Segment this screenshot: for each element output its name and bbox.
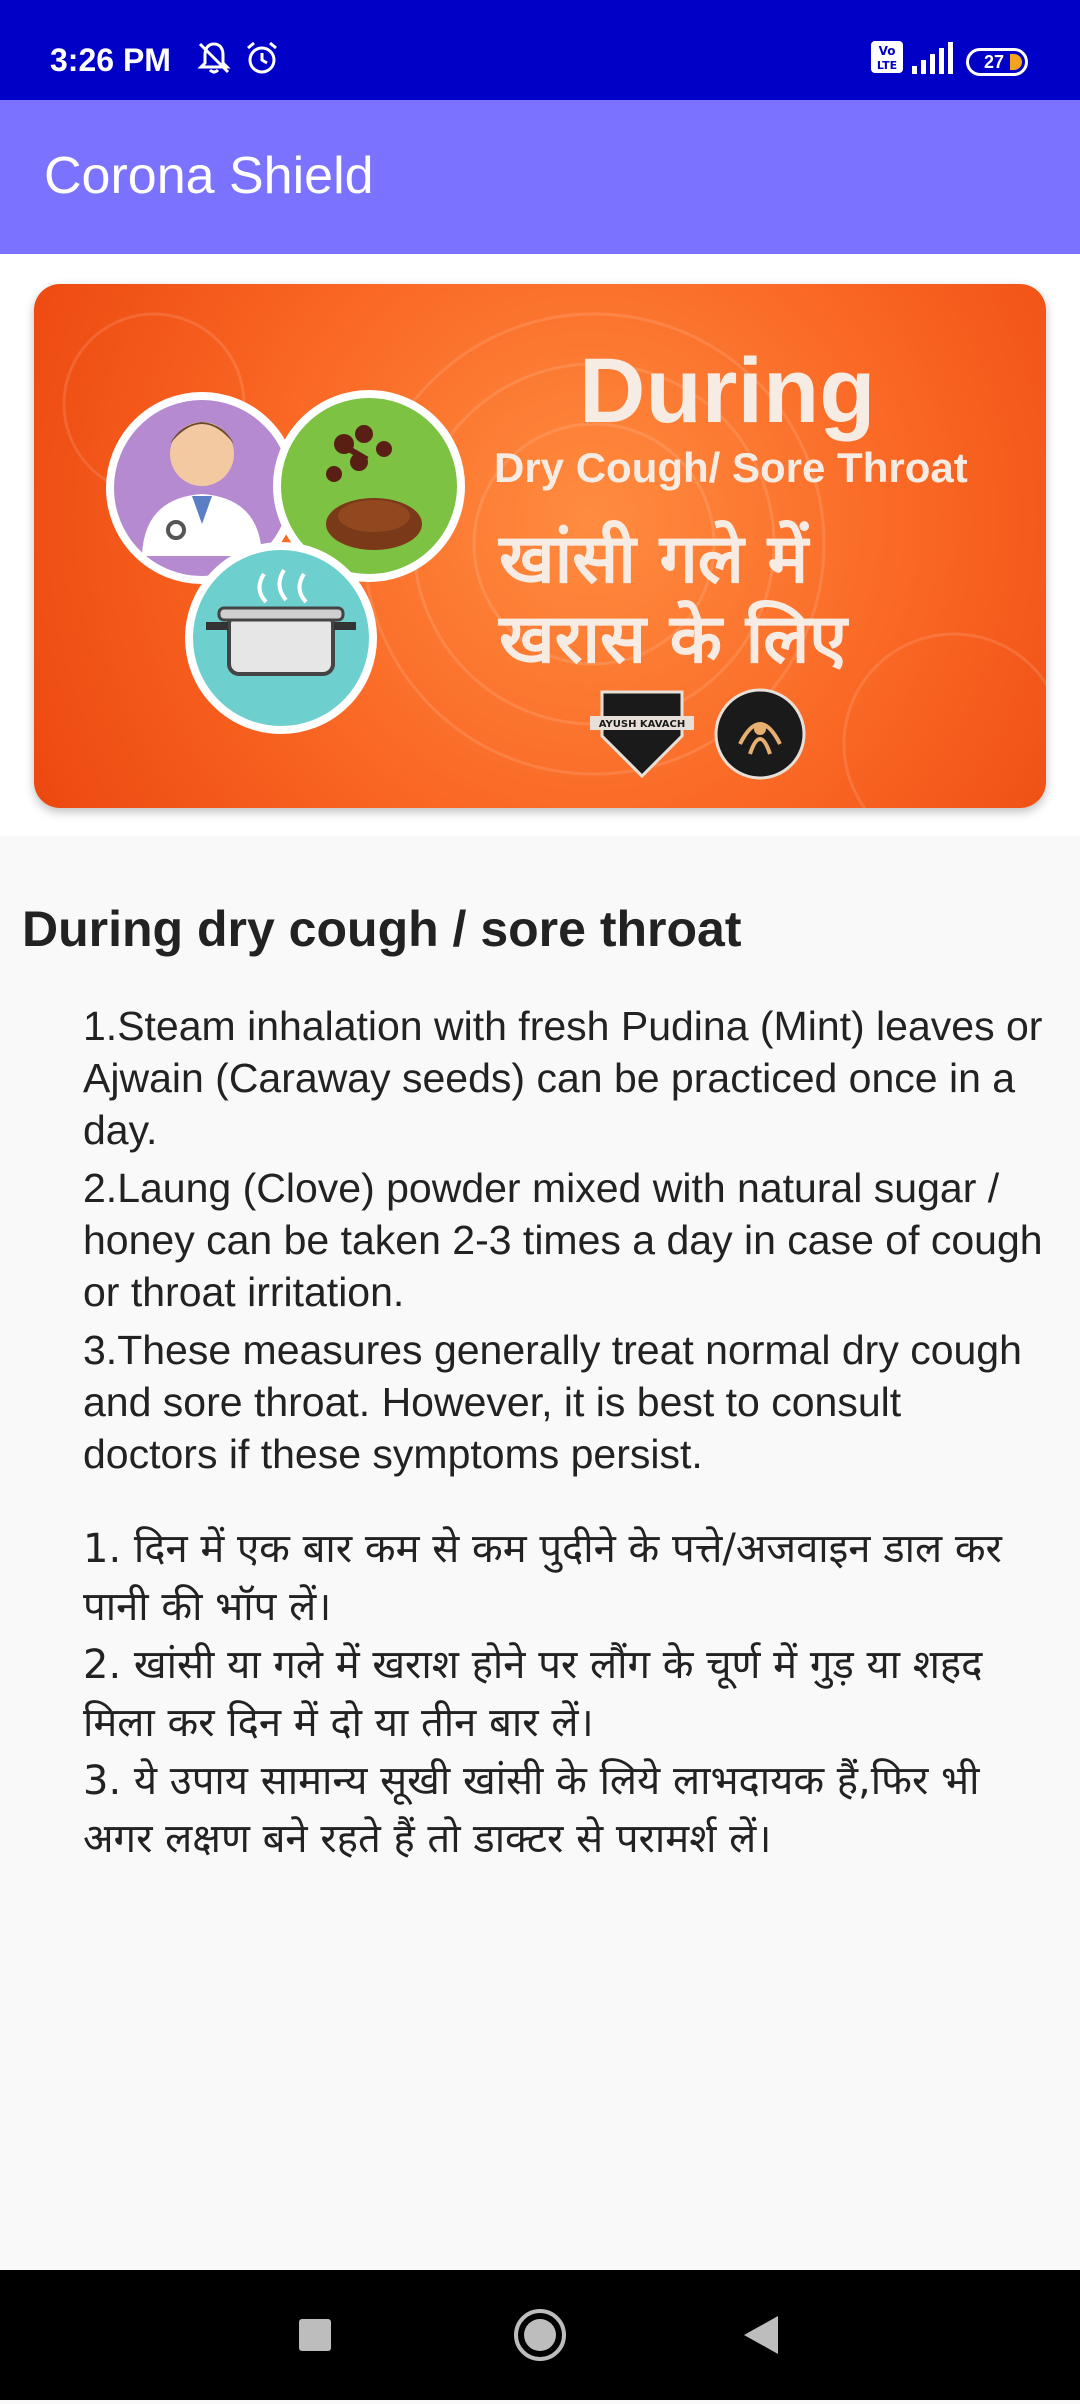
mute-notification-icon [197, 42, 231, 74]
status-bar: 3:26 PM Vo LTE 27 [0, 0, 1080, 100]
hindi-item: 1. दिन में एक बार कम से कम पुदीने के पत्… [83, 1526, 1002, 1630]
app-bar: Corona Shield [0, 100, 1080, 254]
battery-level: 27 [983, 52, 1005, 72]
app-title: Corona Shield [44, 147, 374, 205]
banner-area: AYUSH KAVACH During Dry Cough/ Sore Thro… [0, 254, 1080, 836]
back-button[interactable] [700, 2270, 820, 2400]
home-button[interactable] [480, 2270, 600, 2400]
navigation-bar [0, 2270, 1080, 2400]
english-item: 3.These measures generally treat normal … [83, 1327, 1022, 1477]
hindi-instructions: 1. दिन में एक बार कम से कम पुदीने के पत्… [83, 1520, 1043, 1868]
ayush-kavach-logo: AYUSH KAVACH [590, 690, 694, 779]
banner-title: During [579, 340, 876, 442]
signal-icon [912, 42, 953, 74]
banner-image: AYUSH KAVACH During Dry Cough/ Sore Thro… [34, 284, 1046, 808]
svg-text:AYUSH KAVACH: AYUSH KAVACH [599, 719, 686, 730]
english-instructions: 1.Steam inhalation with fresh Pudina (Mi… [83, 1000, 1043, 1486]
steam-pot-circle [185, 542, 377, 734]
status-time: 3:26 PM [50, 42, 171, 78]
english-item: 2.Laung (Clove) powder mixed with natura… [83, 1165, 1043, 1315]
alarm-icon [247, 41, 277, 74]
ayush-up-logo [714, 688, 806, 780]
svg-text:LTE: LTE [877, 59, 897, 72]
section-title: During dry cough / sore throat [22, 901, 742, 957]
banner-subtitle: Dry Cough/ Sore Throat [494, 444, 968, 491]
svg-text:Vo: Vo [879, 44, 896, 58]
hindi-item: 2. खांसी या गले में खराश होने पर लौंग के… [83, 1642, 983, 1746]
battery-icon: 27 [966, 48, 1028, 76]
recents-button[interactable] [255, 2270, 375, 2400]
english-item: 1.Steam inhalation with fresh Pudina (Mi… [83, 1003, 1043, 1153]
square-icon [299, 2319, 331, 2351]
circle-icon [514, 2309, 566, 2361]
hindi-item: 3. ये उपाय सामान्य सूखी खांसी के लिये ला… [83, 1758, 980, 1862]
volte-icon: Vo LTE [871, 41, 903, 73]
banner-hindi-line2: खरास के लिए [499, 600, 847, 679]
triangle-back-icon [744, 2316, 778, 2354]
